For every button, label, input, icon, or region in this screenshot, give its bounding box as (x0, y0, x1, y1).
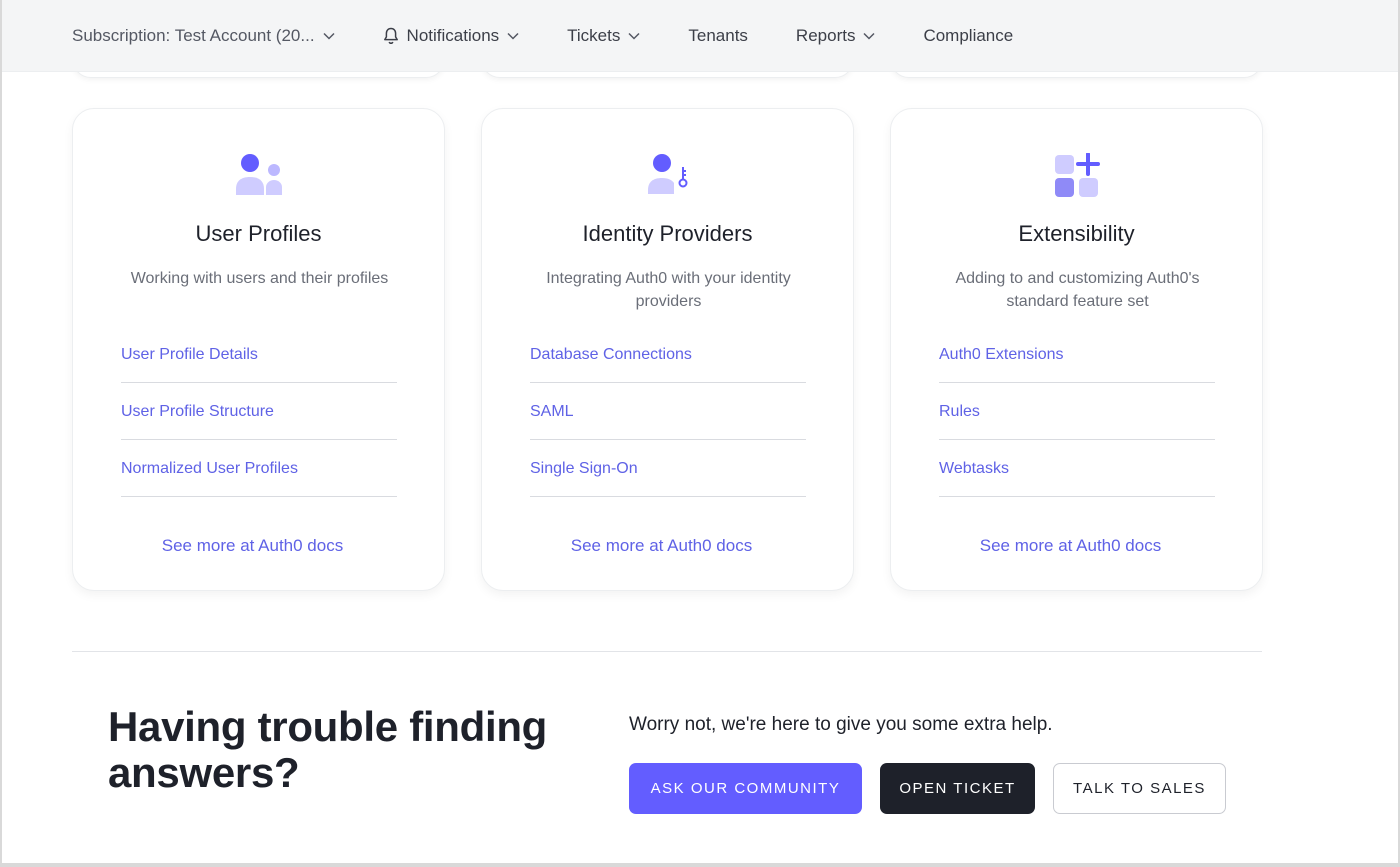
link-rules[interactable]: Rules (939, 383, 1215, 440)
nav-reports[interactable]: Reports (796, 26, 876, 46)
nav-reports-label: Reports (795, 25, 856, 45)
nav-tickets[interactable]: Tickets (567, 26, 640, 46)
nav-tickets-label: Tickets (567, 25, 621, 45)
help-heading: Having trouble finding answers? (108, 703, 548, 796)
subscription-selector[interactable]: Subscription: Test Account (20... (72, 26, 335, 46)
nav-tenants[interactable]: Tenants (688, 26, 748, 46)
card-description: Working with users and their profiles (130, 270, 389, 287)
user-key-icon (640, 153, 696, 203)
extensions-icon (1049, 152, 1105, 203)
nav-tenants-label: Tenants (688, 25, 748, 45)
ask-community-button[interactable]: ASK OUR COMMUNITY (629, 763, 862, 814)
nav-compliance[interactable]: Compliance (923, 26, 1013, 46)
section-divider (72, 651, 1262, 652)
chevron-down-icon (323, 32, 335, 40)
card-title: User Profiles (195, 221, 322, 246)
card-identity-providers: Identity Providers Integrating Auth0 wit… (481, 108, 854, 591)
card-links: Database Connections SAML Single Sign-On (530, 336, 806, 497)
link-auth0-extensions[interactable]: Auth0 Extensions (939, 326, 1215, 383)
see-more-link[interactable]: See more at Auth0 docs (891, 536, 1262, 556)
nav-compliance-label: Compliance (923, 25, 1014, 45)
nav-notifications-label: Notifications (406, 25, 500, 45)
see-more-link[interactable]: See more at Auth0 docs (482, 536, 853, 556)
card-links: Auth0 Extensions Rules Webtasks (939, 336, 1215, 497)
bell-icon (383, 27, 399, 45)
card-description: Integrating Auth0 with your identity pro… (546, 270, 791, 310)
card-user-profiles: User Profiles Working with users and the… (72, 108, 445, 591)
card-links: User Profile Details User Profile Struct… (121, 336, 397, 497)
link-user-profile-details[interactable]: User Profile Details (121, 326, 397, 383)
open-ticket-button[interactable]: OPEN TICKET (880, 763, 1035, 814)
link-user-profile-structure[interactable]: User Profile Structure (121, 383, 397, 440)
link-webtasks[interactable]: Webtasks (939, 440, 1215, 497)
chevron-down-icon (628, 32, 640, 40)
users-icon (231, 153, 287, 203)
card-description: Adding to and customizing Auth0's standa… (955, 270, 1200, 310)
talk-to-sales-button[interactable]: TALK TO SALES (1053, 763, 1226, 814)
nav-notifications[interactable]: Notifications (383, 26, 520, 46)
card-title: Identity Providers (582, 221, 753, 246)
help-text: Worry not, we're here to give you some e… (629, 714, 1053, 735)
card-title: Extensibility (1018, 221, 1135, 246)
top-nav: Subscription: Test Account (20... Notifi… (0, 0, 1400, 72)
link-saml[interactable]: SAML (530, 383, 806, 440)
link-normalized-user-profiles[interactable]: Normalized User Profiles (121, 440, 397, 497)
chevron-down-icon (507, 32, 519, 40)
link-database-connections[interactable]: Database Connections (530, 326, 806, 383)
chevron-down-icon (863, 32, 875, 40)
see-more-link[interactable]: See more at Auth0 docs (73, 536, 444, 556)
link-single-sign-on[interactable]: Single Sign-On (530, 440, 806, 497)
card-extensibility: Extensibility Adding to and customizing … (890, 108, 1263, 591)
subscription-label: Subscription: Test Account (20... (72, 25, 315, 45)
